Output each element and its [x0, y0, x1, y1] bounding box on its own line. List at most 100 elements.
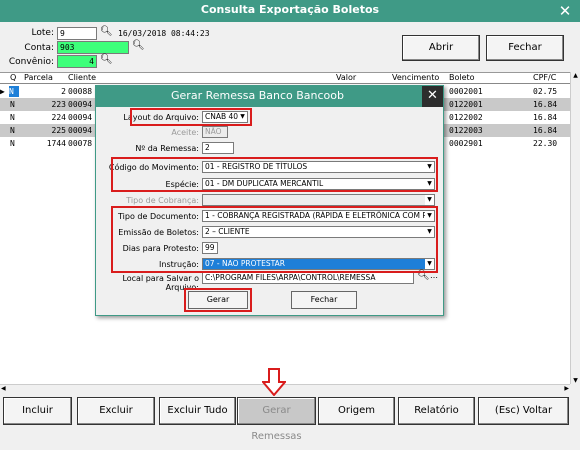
col-cpf[interactable]: CPF/C [533, 73, 556, 82]
cell-q: N [10, 126, 15, 135]
cell-cpf: 16.84 [533, 113, 558, 122]
documento-label: Tipo de Documento: [118, 212, 199, 221]
cobranca-label: Tipo de Cobrança: [126, 196, 199, 205]
cell-cliente: 00088 [68, 87, 93, 96]
convenio-label: Convênio: [8, 57, 54, 67]
protesto-label: Dias para Protesto: [122, 244, 199, 253]
excluir-tudo-button[interactable]: Excluir Tudo [159, 397, 236, 425]
instrucao-select[interactable]: 07 - NAO PROTESTAR ▼ [202, 258, 435, 270]
excluir-button[interactable]: Excluir [77, 397, 155, 425]
search-icon[interactable]: 🔍︎ [100, 26, 113, 37]
documento-select[interactable]: 1 - COBRANÇA REGISTRADA (RÁPIDA E ELETRÔ… [202, 210, 435, 222]
incluir-button[interactable]: Incluir [3, 397, 72, 425]
close-icon[interactable]: ✕ [422, 86, 443, 107]
cell-boleto: 0002001 [449, 87, 483, 96]
col-vencimento[interactable]: Vencimento [392, 73, 439, 82]
cell-cpf: 02.75 [533, 87, 558, 96]
dropdown-arrow-icon[interactable]: ▼ [425, 179, 434, 189]
bottom-toolbar: Incluir Excluir Excluir Tudo Gerar Remes… [0, 396, 580, 442]
dropdown-arrow-icon[interactable]: ▼ [425, 227, 434, 237]
remessa-field[interactable]: 2 [202, 142, 234, 154]
aceite-select[interactable]: NÃO [202, 126, 228, 138]
dropdown-arrow-icon[interactable]: ▼ [425, 162, 434, 172]
vertical-scrollbar[interactable]: ▲ ▼ [570, 72, 580, 384]
especie-label: Espécie: [165, 180, 199, 189]
gerar-button[interactable]: Gerar [188, 291, 248, 309]
fechar-button[interactable]: Fechar [486, 35, 564, 61]
close-icon[interactable]: ✕ [554, 0, 576, 22]
conta-label: Conta: [24, 43, 54, 53]
cell-parcela: 224 [51, 113, 66, 122]
fechar-dialog-button[interactable]: Fechar [291, 291, 357, 309]
abrir-button[interactable]: Abrir [402, 35, 480, 61]
dropdown-arrow-icon[interactable]: ▼ [425, 259, 434, 269]
scroll-left-icon[interactable]: ◀ [1, 385, 6, 392]
cell-boleto: 0002901 [449, 139, 483, 148]
cell-q: N [10, 113, 15, 122]
col-valor[interactable]: Valor [336, 73, 356, 82]
cell-boleto: 0122002 [449, 113, 483, 122]
especie-value: 01 - DM DUPLICATA MERCANTIL [205, 179, 324, 188]
col-q[interactable]: Q [10, 73, 16, 82]
dropdown-arrow-icon[interactable]: ▼ [425, 211, 434, 221]
search-icon[interactable]: 🔍︎ [100, 54, 113, 65]
origem-button[interactable]: Origem [318, 397, 395, 425]
col-cliente[interactable]: Cliente [68, 73, 96, 82]
cell-q: N [10, 139, 15, 148]
gerar-remessa-dialog: Gerar Remessa Banco Bancoob ✕ Layout do … [95, 85, 444, 316]
dropdown-arrow-icon[interactable]: ▼ [425, 195, 434, 205]
layout-label: Layout do Arquivo: [123, 113, 199, 122]
cell-boleto: 0122003 [449, 126, 483, 135]
grid-header: Q Parcela Cliente Valor Vencimento Bolet… [0, 73, 570, 84]
scroll-up-icon[interactable]: ▲ [571, 72, 580, 79]
cell-q: N [10, 100, 15, 109]
col-boleto[interactable]: Boleto [449, 73, 475, 82]
layout-select[interactable]: CNAB 400 ▼ [202, 111, 248, 123]
search-icon[interactable]: 🔍︎ [417, 270, 430, 281]
conta-field[interactable]: 903 [57, 41, 129, 54]
cell-parcela: 223 [51, 100, 66, 109]
ellipsis-icon[interactable]: … [430, 271, 438, 280]
col-parcela[interactable]: Parcela [24, 73, 53, 82]
cell-q[interactable]: N [9, 86, 19, 97]
cell-boleto: 0122001 [449, 100, 483, 109]
scroll-down-icon[interactable]: ▼ [571, 377, 580, 384]
movimento-select[interactable]: 01 - REGISTRO DE TÍTULOS ▼ [202, 161, 435, 173]
cell-cliente: 00078 [68, 139, 93, 148]
especie-select[interactable]: 01 - DM DUPLICATA MERCANTIL ▼ [202, 178, 435, 190]
local-field[interactable]: C:\PROGRAM FILES\ARPA\CONTROL\REMESSA [202, 272, 414, 284]
cell-cpf: 22.30 [533, 139, 558, 148]
cell-parcela: 225 [51, 126, 66, 135]
instrucao-value: 07 - NAO PROTESTAR [205, 259, 285, 268]
cell-cliente: 00094 [68, 113, 93, 122]
instrucao-label: Instrução: [159, 260, 199, 269]
cell-parcela: 2 [61, 87, 66, 96]
window-title: Consulta Exportação Boletos [200, 3, 380, 16]
voltar-button[interactable]: (Esc) Voltar [478, 397, 569, 425]
cell-cpf: 16.84 [533, 100, 558, 109]
aceite-value: NÃO [205, 127, 222, 136]
protesto-field[interactable]: 99 [202, 242, 218, 254]
cobranca-select[interactable]: ▼ [202, 194, 435, 206]
gerar-remessas-button[interactable]: Gerar Remessas [237, 397, 316, 442]
movimento-label: Código do Movimento: [108, 163, 199, 172]
scroll-right-icon[interactable]: ▶ [564, 385, 569, 392]
datetime-display: 16/03/2018 08:44:23 [118, 29, 210, 38]
dialog-titlebar: Gerar Remessa Banco Bancoob ✕ [96, 86, 443, 107]
dialog-title: Gerar Remessa Banco Bancoob [171, 89, 344, 102]
cell-parcela: 1744 [46, 139, 66, 148]
emissao-label: Emissão de Boletos: [118, 228, 199, 237]
remessa-label: Nº da Remessa: [135, 144, 199, 153]
convenio-field[interactable]: 4 [57, 55, 97, 68]
local-label: Local para Salvar o Arquivo: [122, 274, 199, 292]
movimento-value: 01 - REGISTRO DE TÍTULOS [205, 162, 308, 171]
cell-cliente: 00094 [68, 126, 93, 135]
lote-field[interactable]: 9 [57, 27, 97, 40]
relatorio-button[interactable]: Relatório [398, 397, 475, 425]
emissao-value: 2 – CLIENTE [205, 227, 250, 236]
emissao-select[interactable]: 2 – CLIENTE ▼ [202, 226, 435, 238]
search-icon[interactable]: 🔍︎ [132, 40, 145, 51]
row-pointer-icon: ▶ [0, 87, 5, 96]
dropdown-arrow-icon[interactable]: ▼ [238, 112, 247, 122]
documento-value: 1 - COBRANÇA REGISTRADA (RÁPIDA E ELETRÔ… [205, 211, 435, 220]
